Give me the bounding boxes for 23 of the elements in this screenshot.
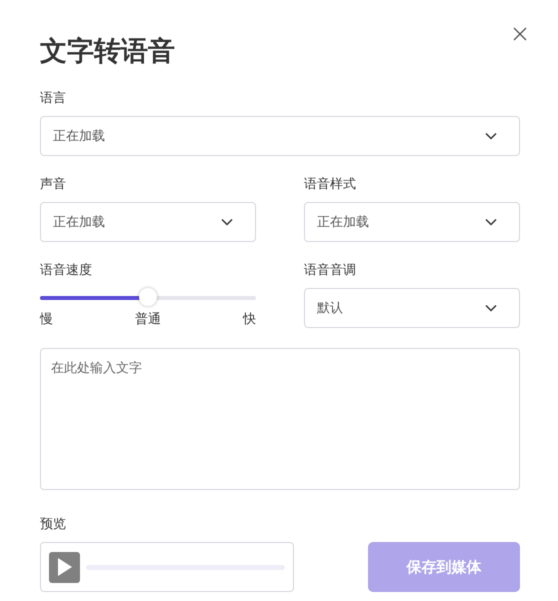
field-label: 语音音调	[304, 262, 357, 280]
slider-mark-label: 普通	[135, 310, 161, 328]
close-icon[interactable]	[513, 27, 527, 41]
field-label: 预览	[40, 516, 67, 534]
chevron-down-icon	[485, 132, 497, 140]
play-icon	[56, 557, 72, 577]
field-label: 语音样式	[304, 176, 357, 194]
play-button[interactable]	[49, 552, 80, 582]
slider-thumb[interactable]	[139, 288, 157, 306]
dropdown[interactable]: 正在加载	[304, 202, 520, 242]
dropdown[interactable]: 正在加载	[40, 116, 520, 156]
chevron-down-icon	[485, 304, 497, 312]
slider-mark-label: 慢	[40, 311, 53, 328]
dialog-title: 文字转语音	[40, 35, 176, 69]
field-label: 语言	[40, 90, 67, 108]
chevron-down-icon	[485, 218, 497, 226]
dropdown[interactable]: 正在加载	[40, 202, 256, 242]
chevron-down-icon	[221, 218, 233, 226]
field-label: 语音速度	[40, 262, 93, 280]
field-label: 声音	[40, 176, 67, 194]
slider-mark-label: 快	[243, 311, 256, 328]
dropdown[interactable]: 默认	[304, 288, 520, 328]
text-input-field[interactable]: 在此处输入文字	[40, 348, 520, 490]
